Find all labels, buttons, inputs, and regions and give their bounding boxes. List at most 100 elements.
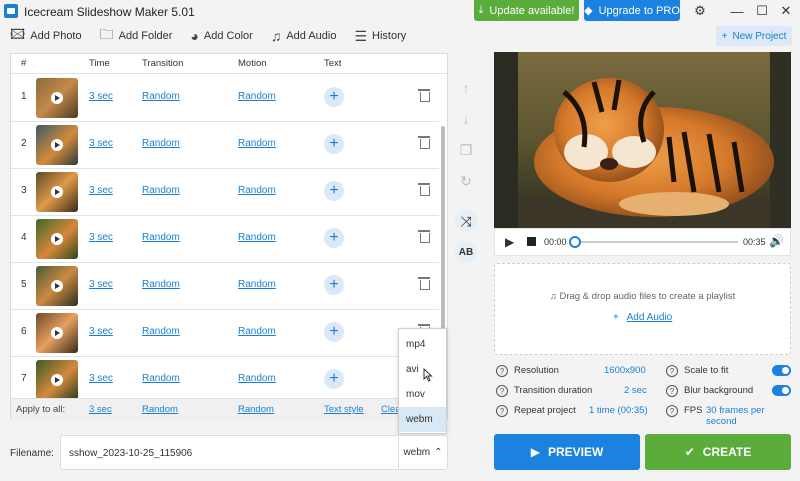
shuffle-icon[interactable]: ⤨: [455, 210, 477, 232]
format-select[interactable]: webm ⌃: [398, 435, 448, 470]
help-icon[interactable]: ?: [666, 385, 678, 397]
delete-slide-button[interactable]: [418, 88, 432, 104]
add-text-icon[interactable]: +: [324, 228, 344, 248]
transition-duration-value[interactable]: 2 sec: [624, 385, 647, 396]
slide-transition[interactable]: Random: [142, 373, 180, 384]
move-down-icon[interactable]: ↓: [455, 108, 477, 130]
slide-transition[interactable]: Random: [142, 91, 180, 102]
download-icon: ⤓: [478, 4, 484, 16]
stop-icon[interactable]: [527, 237, 536, 246]
add-text-icon[interactable]: +: [324, 87, 344, 107]
slide-transition[interactable]: Random: [142, 232, 180, 243]
format-option-webm[interactable]: webm: [399, 407, 446, 432]
table-row[interactable]: 3 3 sec Random Random +: [11, 169, 439, 216]
delete-slide-button[interactable]: [418, 229, 432, 245]
help-icon[interactable]: ?: [666, 405, 678, 417]
slide-time[interactable]: 3 sec: [89, 185, 113, 196]
maximize-icon[interactable]: ☐: [752, 2, 772, 20]
add-folder-button[interactable]: 🗀 Add Folder: [100, 24, 173, 48]
seek-knob[interactable]: [569, 236, 581, 248]
add-color-button[interactable]: ◕ Add Color: [190, 28, 252, 44]
slide-motion[interactable]: Random: [238, 138, 276, 149]
add-text-icon[interactable]: +: [324, 134, 344, 154]
delete-slide-button[interactable]: [418, 276, 432, 292]
table-row[interactable]: 1 3 sec Random Random +: [11, 75, 439, 122]
add-text-icon[interactable]: +: [324, 275, 344, 295]
add-audio-link[interactable]: + Add Audio: [613, 312, 672, 323]
apply-all-transition[interactable]: Random: [142, 404, 178, 415]
table-row[interactable]: 7 3 sec Random Random +: [11, 357, 439, 404]
play-icon[interactable]: [51, 327, 63, 339]
slide-transition[interactable]: Random: [142, 185, 180, 196]
add-text-icon[interactable]: +: [324, 369, 344, 389]
table-row[interactable]: 4 3 sec Random Random +: [11, 216, 439, 263]
play-icon[interactable]: [51, 139, 63, 151]
slide-time[interactable]: 3 sec: [89, 138, 113, 149]
format-option-mov[interactable]: mov: [399, 382, 446, 407]
slide-transition[interactable]: Random: [142, 326, 180, 337]
help-icon[interactable]: ?: [666, 365, 678, 377]
fps-label: FPS: [684, 405, 703, 416]
apply-all-text-style[interactable]: Text style: [324, 404, 364, 415]
slide-transition[interactable]: Random: [142, 279, 180, 290]
text-ab-icon[interactable]: AB: [455, 241, 477, 263]
apply-all-motion[interactable]: Random: [238, 404, 274, 415]
scale-to-fit-toggle[interactable]: [772, 365, 791, 376]
update-button[interactable]: ⤓ Update available!: [474, 0, 579, 21]
help-icon[interactable]: ?: [496, 385, 508, 397]
create-button[interactable]: ✔ CREATE: [645, 434, 791, 470]
play-icon[interactable]: [51, 186, 63, 198]
slide-time[interactable]: 3 sec: [89, 232, 113, 243]
fps-value[interactable]: 30 frames per second: [706, 405, 794, 427]
play-icon[interactable]: [51, 233, 63, 245]
play-icon[interactable]: [51, 280, 63, 292]
play-icon[interactable]: ▶: [505, 235, 514, 249]
delete-slide-button[interactable]: [418, 182, 432, 198]
play-icon[interactable]: [51, 92, 63, 104]
audio-drop-zone[interactable]: ♫ Drag & drop audio files to create a pl…: [494, 263, 791, 355]
filename-input[interactable]: sshow_2023-10-25_115906: [60, 435, 398, 470]
slide-motion[interactable]: Random: [238, 326, 276, 337]
slide-motion[interactable]: Random: [238, 232, 276, 243]
upgrade-pro-button[interactable]: ◆ Upgrade to PRO: [584, 0, 680, 21]
slide-motion[interactable]: Random: [238, 91, 276, 102]
table-row[interactable]: 2 3 sec Random Random +: [11, 122, 439, 169]
close-icon[interactable]: ✕: [776, 2, 796, 20]
volume-icon[interactable]: 🔊: [769, 234, 784, 248]
slide-time[interactable]: 3 sec: [89, 279, 113, 290]
history-button[interactable]: ☰ History: [354, 28, 406, 45]
slide-time[interactable]: 3 sec: [89, 373, 113, 384]
add-audio-button[interactable]: ♫ Add Audio: [271, 28, 337, 44]
add-text-icon[interactable]: +: [324, 181, 344, 201]
title-bar: Icecream Slideshow Maker 5.01 ⤓ Update a…: [0, 0, 800, 24]
slide-motion[interactable]: Random: [238, 185, 276, 196]
preview-button[interactable]: ▶ PREVIEW: [494, 434, 640, 470]
new-project-button[interactable]: + New Project: [716, 26, 792, 46]
help-icon[interactable]: ?: [496, 365, 508, 377]
add-text-icon[interactable]: +: [324, 322, 344, 342]
add-photo-button[interactable]: 🖾 Add Photo: [10, 24, 82, 48]
resolution-value[interactable]: 1600x900: [604, 365, 646, 376]
rotate-icon[interactable]: ↻: [455, 170, 477, 192]
seek-bar[interactable]: [569, 236, 738, 248]
help-icon[interactable]: ?: [496, 405, 508, 417]
delete-slide-button[interactable]: [418, 135, 432, 151]
move-up-icon[interactable]: ↑: [455, 77, 477, 99]
duplicate-icon[interactable]: ❐: [455, 139, 477, 161]
history-list-icon: ☰: [354, 27, 368, 44]
slide-motion[interactable]: Random: [238, 279, 276, 290]
blur-background-toggle[interactable]: [772, 385, 791, 396]
row-number: 2: [21, 138, 27, 149]
slide-time[interactable]: 3 sec: [89, 91, 113, 102]
table-row[interactable]: 5 3 sec Random Random +: [11, 263, 439, 310]
slide-motion[interactable]: Random: [238, 373, 276, 384]
slide-transition[interactable]: Random: [142, 138, 180, 149]
slide-time[interactable]: 3 sec: [89, 326, 113, 337]
minimize-icon[interactable]: —: [727, 2, 747, 20]
format-option-mp4[interactable]: mp4: [399, 332, 446, 357]
repeat-project-value[interactable]: 1 time (00:35): [589, 405, 648, 416]
settings-gear-icon[interactable]: ⚙: [690, 2, 710, 20]
play-icon[interactable]: [51, 374, 63, 386]
table-row[interactable]: 6 3 sec Random Random +: [11, 310, 439, 357]
apply-all-time[interactable]: 3 sec: [89, 404, 112, 415]
